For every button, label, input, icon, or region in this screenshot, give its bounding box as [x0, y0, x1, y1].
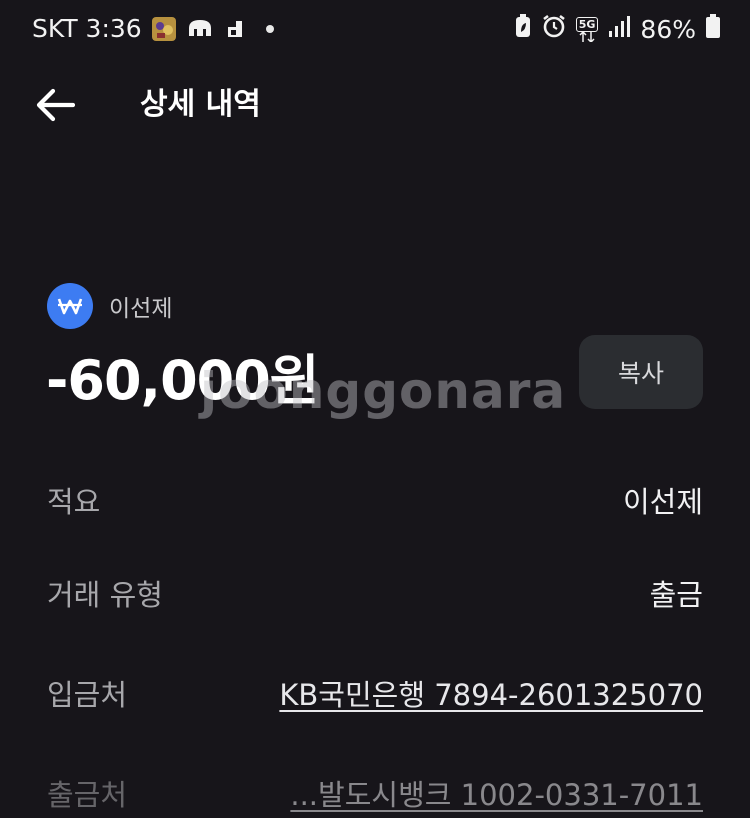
detail-value: 출금 — [649, 578, 703, 612]
back-button[interactable] — [30, 84, 80, 126]
withdraw-account-link[interactable]: ...발도시뱅크 1002-0331-7011 — [290, 772, 703, 814]
messenger-icon — [186, 15, 214, 43]
detail-row-type: 거래 유형 출금 — [47, 568, 703, 618]
alarm-icon — [542, 14, 566, 44]
detail-row-memo: 적요 이선제 — [47, 475, 703, 525]
app-bar: 상세 내역 — [0, 70, 750, 140]
signal-icon — [608, 15, 631, 44]
counterparty: 이선제 — [47, 283, 172, 329]
status-bar: SKT 3:36 5G 86% — [0, 0, 750, 64]
network-type-icon: 5G — [575, 16, 599, 42]
detail-label: 거래 유형 — [47, 578, 163, 612]
arrow-left-icon — [36, 88, 75, 122]
detail-row-deposit-to: 입금처 KB국민은행 7894-2601325070 — [47, 668, 703, 718]
more-notifications-dot — [265, 24, 274, 33]
detail-row-withdraw-from: 출금처 ...발도시뱅크 1002-0331-7011 — [47, 768, 703, 818]
copy-button[interactable]: 복사 — [579, 335, 703, 409]
carrier-time: SKT 3:36 — [32, 14, 142, 43]
detail-label: 적요 — [47, 485, 101, 519]
game-app-icon — [150, 15, 178, 43]
network-5g-label: 5G — [575, 16, 599, 32]
counterparty-name: 이선제 — [109, 296, 173, 322]
detail-value: 이선제 — [622, 485, 703, 519]
battery-icon — [706, 14, 720, 44]
page-title: 상세 내역 — [140, 87, 261, 122]
detail-label: 입금처 — [47, 678, 128, 712]
battery-percent: 86% — [640, 14, 696, 44]
app-notification-icon — [222, 15, 250, 43]
status-right: 5G 86% — [514, 14, 720, 44]
transaction-amount: -60,000원 — [46, 349, 319, 412]
won-currency-icon — [47, 283, 93, 329]
status-left: SKT 3:36 — [32, 14, 274, 43]
detail-label: 출금처 — [47, 778, 128, 812]
deposit-account-link[interactable]: KB국민은행 7894-2601325070 — [279, 672, 703, 714]
battery-saver-icon — [514, 14, 532, 44]
